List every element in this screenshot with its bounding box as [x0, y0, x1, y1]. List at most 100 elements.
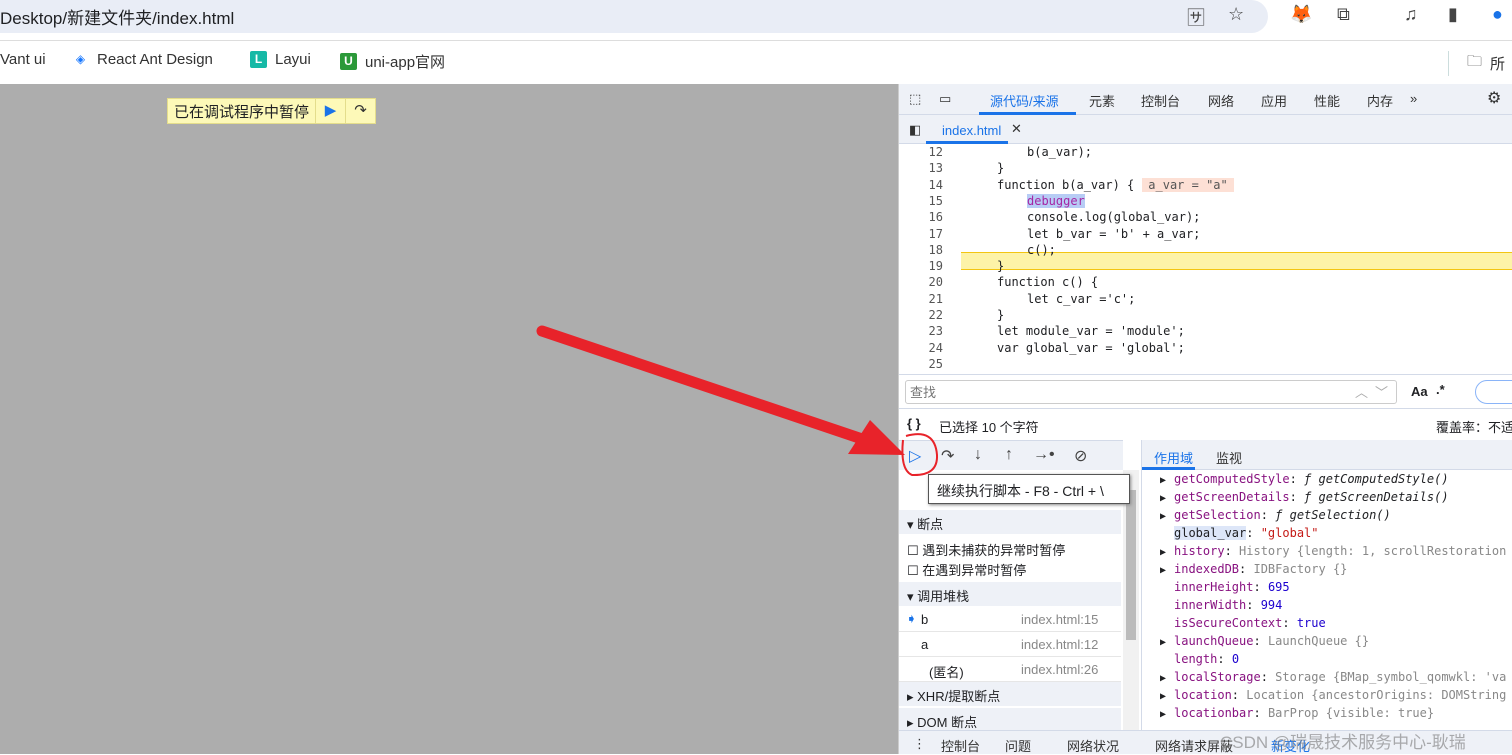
tab-application[interactable]: 应用 — [1261, 91, 1287, 110]
line-number[interactable]: 21 — [899, 292, 943, 306]
line-number[interactable]: 15 — [899, 194, 943, 208]
toggle-navigator-icon[interactable]: ◧ — [909, 122, 921, 138]
more-tabs-icon[interactable]: » — [1410, 91, 1417, 106]
scope-property[interactable]: innerHeight: 695 — [1142, 580, 1512, 594]
match-case-button[interactable]: Aa — [1411, 384, 1428, 399]
drawer-tab-network-conditions[interactable]: 网络状况 — [1067, 736, 1119, 755]
line-number[interactable]: 13 — [899, 161, 943, 175]
drawer-menu-icon[interactable]: ⋮ — [913, 736, 926, 752]
scope-property[interactable]: ▶ locationbar: BarProp {visible: true} — [1142, 706, 1512, 720]
scope-property[interactable]: ▶ launchQueue: LaunchQueue {} — [1142, 634, 1512, 648]
tab-network[interactable]: 网络 — [1208, 91, 1234, 110]
callstack-section[interactable]: ▾ 调用堆栈 — [899, 582, 1121, 606]
search-prev-icon[interactable]: ︿ — [1355, 382, 1368, 401]
pause-uncaught-checkbox[interactable]: ☐ 遇到未捕获的异常时暂停 — [907, 540, 1129, 559]
scope-property[interactable]: isSecureContext: true — [1142, 616, 1512, 630]
line-number[interactable]: 24 — [899, 341, 943, 355]
step-over-button[interactable]: ↷ — [941, 446, 954, 466]
bookmark-react-ant[interactable]: ◈ React Ant Design — [72, 51, 213, 68]
search-input[interactable] — [905, 380, 1397, 404]
scrollbar-thumb[interactable] — [1126, 490, 1136, 640]
scope-property[interactable]: ▶ localStorage: Storage {BMap_symbol_qomw… — [1142, 670, 1512, 684]
address-text[interactable]: Desktop/新建文件夹/index.html — [0, 4, 234, 29]
expand-triangle-icon[interactable]: ▶ — [1142, 637, 1174, 648]
close-tab-icon[interactable]: ✕ — [1011, 121, 1022, 137]
drawer-tab-issues[interactable]: 问题 — [1005, 736, 1031, 755]
drawer-tab-console[interactable]: 控制台 — [941, 736, 980, 755]
line-number[interactable]: 14 — [899, 178, 943, 192]
step-out-button[interactable]: ↑ — [1005, 446, 1013, 464]
tab-performance[interactable]: 性能 — [1314, 91, 1340, 110]
xhr-breakpoints-section[interactable]: ▸ XHR/提取断点 — [899, 682, 1121, 706]
dom-breakpoints-section[interactable]: ▸ DOM 断点 — [899, 708, 1121, 732]
scope-property[interactable]: ▶ getSelection: ƒ getSelection() — [1142, 508, 1512, 522]
file-tab-index[interactable]: index.html — [942, 123, 1001, 138]
code-editor[interactable]: 12 b(a_var); 13} 14 function b(a_var) {a_var… — [899, 144, 1512, 374]
step-over-button[interactable]: ↷ — [345, 99, 375, 123]
extensions-icon[interactable]: ⧉ — [1337, 4, 1350, 25]
expand-triangle-icon[interactable]: ▶ — [1142, 691, 1174, 702]
pause-caught-checkbox[interactable]: ☐ 在遇到异常时暂停 — [907, 560, 1129, 579]
frame-location[interactable]: index.html:26 — [1021, 662, 1098, 677]
bookmark-layui[interactable]: L Layui — [250, 51, 311, 68]
tab-elements[interactable]: 元素 — [1089, 91, 1115, 110]
bookmarks-folder[interactable]: 🗀 所 — [1448, 51, 1505, 76]
scope-property[interactable]: ▶ indexedDB: IDBFactory {} — [1142, 562, 1512, 576]
scope-property[interactable]: ▶ getComputedStyle: ƒ getComputedStyle() — [1142, 472, 1512, 486]
device-toolbar-icon[interactable]: ▭ — [939, 91, 951, 107]
scope-property[interactable]: ▶ location: Location {ancestorOrigins: DO… — [1142, 688, 1512, 702]
expand-triangle-icon[interactable]: ▶ — [1142, 511, 1174, 522]
step-into-button[interactable]: ↓ — [974, 446, 982, 464]
scope-property[interactable]: innerWidth: 994 — [1142, 598, 1512, 612]
expand-triangle-icon[interactable]: ▶ — [1142, 547, 1174, 558]
line-number[interactable]: 25 — [899, 357, 943, 371]
tab-scope[interactable]: 作用域 — [1154, 448, 1193, 467]
expand-triangle-icon[interactable]: ▶ — [1142, 709, 1174, 720]
star-icon[interactable]: ☆ — [1228, 4, 1244, 25]
scope-property[interactable]: ▶ getScreenDetails: ƒ getScreenDetails() — [1142, 490, 1512, 504]
breakpoints-section[interactable]: ▾ 断点 — [899, 510, 1121, 534]
profile-icon[interactable]: ● — [1492, 4, 1503, 25]
deactivate-breakpoints-button[interactable]: ⊘ — [1074, 446, 1087, 466]
callstack-frame[interactable]: ➧ b index.html:15 — [899, 608, 1121, 632]
frame-location[interactable]: index.html:15 — [1021, 612, 1098, 627]
line-number[interactable]: 20 — [899, 275, 943, 289]
sidebar-scrollbar[interactable] — [1123, 470, 1139, 730]
line-number[interactable]: 22 — [899, 308, 943, 322]
translate-icon[interactable]: 🈂 — [1187, 4, 1205, 30]
pretty-print-icon[interactable]: { } — [907, 416, 921, 431]
expand-triangle-icon[interactable]: ▶ — [1142, 493, 1174, 504]
search-next-icon[interactable]: ﹀ — [1375, 382, 1388, 401]
media-icon[interactable]: ♫ — [1404, 4, 1418, 25]
bookmark-vant[interactable]: Vant ui — [0, 51, 46, 68]
callstack-frame[interactable]: (匿名) index.html:26 — [899, 658, 1121, 682]
sidepanel-icon[interactable]: ▮ — [1448, 4, 1458, 25]
line-number[interactable]: 18 — [899, 243, 943, 257]
callstack-frame[interactable]: a index.html:12 — [899, 633, 1121, 657]
metamask-icon[interactable]: 🦊 — [1290, 4, 1312, 25]
expand-triangle-icon[interactable]: ▶ — [1142, 565, 1174, 576]
tab-sources[interactable]: 源代码/来源 — [990, 91, 1059, 110]
inspect-icon[interactable]: ⬚ — [909, 91, 921, 107]
tab-console[interactable]: 控制台 — [1141, 91, 1180, 110]
expand-triangle-icon[interactable]: ▶ — [1142, 475, 1174, 486]
step-button[interactable]: →• — [1033, 446, 1055, 464]
line-number[interactable]: 19 — [899, 259, 943, 273]
line-number[interactable]: 16 — [899, 210, 943, 224]
regex-button[interactable]: .* — [1436, 382, 1445, 397]
resume-button[interactable]: ▶ — [315, 99, 345, 123]
tab-memory[interactable]: 内存 — [1367, 91, 1393, 110]
scope-property[interactable]: global_var: "global" — [1142, 526, 1512, 540]
expand-triangle-icon[interactable]: ▶ — [1142, 673, 1174, 684]
line-number[interactable]: 12 — [899, 145, 943, 159]
line-number[interactable]: 23 — [899, 324, 943, 338]
search-cancel-button[interactable] — [1475, 380, 1512, 404]
frame-location[interactable]: index.html:12 — [1021, 637, 1098, 652]
tab-watch[interactable]: 监视 — [1216, 448, 1242, 467]
scope-property[interactable]: length: 0 — [1142, 652, 1512, 666]
line-number[interactable]: 17 — [899, 227, 943, 241]
scope-property[interactable]: ▶ history: History {length: 1, scrollRest… — [1142, 544, 1512, 558]
bookmark-uniapp[interactable]: Uuni-app官网 — [340, 51, 445, 72]
resume-script-button[interactable]: ▷ — [909, 446, 921, 466]
settings-gear-icon[interactable]: ⚙ — [1487, 88, 1501, 108]
